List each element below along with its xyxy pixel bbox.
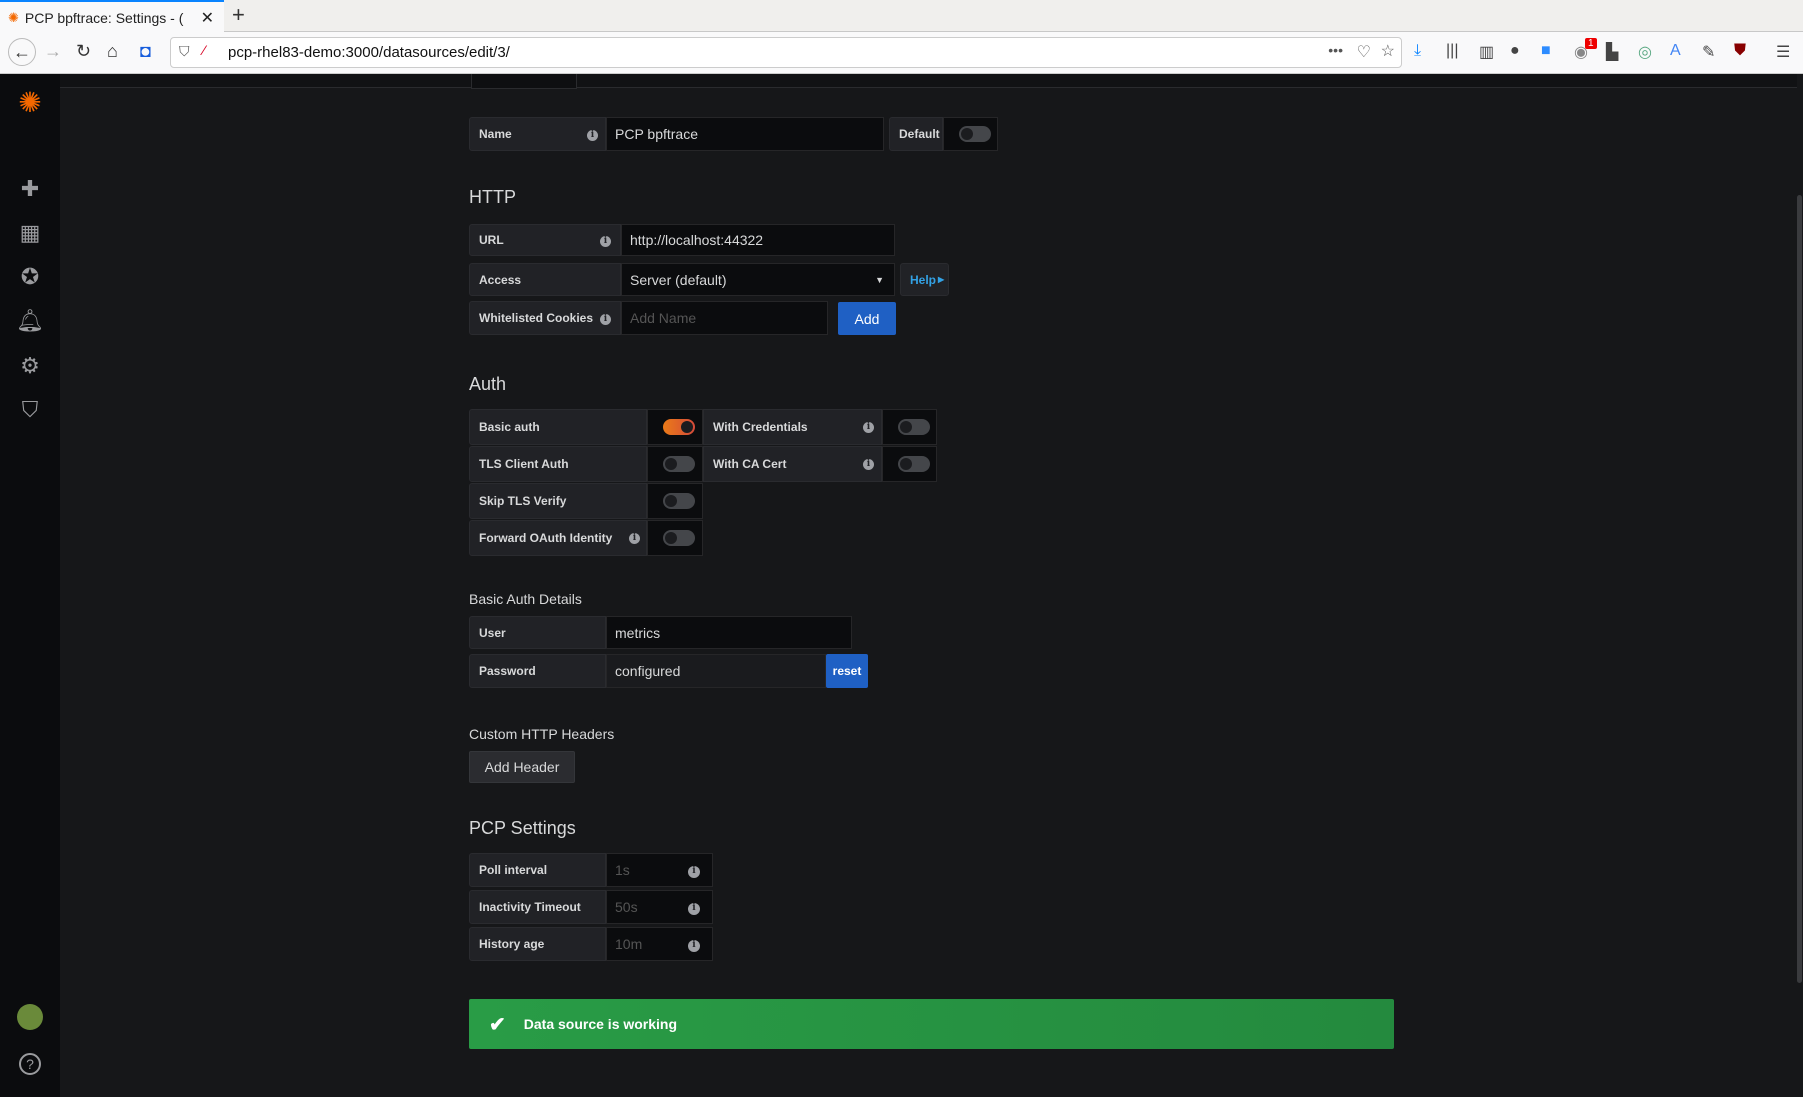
shield-icon[interactable]: ⛉ bbox=[179, 43, 190, 60]
browser-tab-bar: ✺ PCP bpftrace: Settings - ( ✕ + bbox=[0, 0, 1803, 32]
zoom-icon[interactable]: ■ bbox=[1541, 42, 1551, 60]
ublock-icon[interactable]: ⛊ bbox=[1734, 42, 1746, 60]
skip-tls-toggle[interactable] bbox=[647, 483, 703, 519]
main-content bbox=[60, 74, 1797, 1097]
basic-auth-label: Basic auth bbox=[469, 409, 647, 445]
avatar[interactable] bbox=[0, 1004, 60, 1036]
with-credentials-toggle[interactable] bbox=[882, 409, 937, 445]
pcp-settings-heading: PCP Settings bbox=[469, 818, 576, 839]
help-icon[interactable]: ? bbox=[0, 1049, 60, 1075]
add-header-button[interactable]: Add Header bbox=[469, 751, 575, 783]
account-icon[interactable]: ● bbox=[1510, 42, 1520, 60]
scrollbar[interactable] bbox=[1797, 195, 1802, 983]
password-input[interactable]: configured bbox=[606, 654, 826, 688]
forward-icon[interactable]: → bbox=[44, 41, 62, 62]
caret-down-icon: ▼ bbox=[875, 275, 884, 285]
reset-password-button[interactable]: reset bbox=[826, 654, 868, 688]
name-input[interactable]: PCP bpftrace bbox=[606, 117, 884, 151]
translate-icon[interactable]: A bbox=[1670, 42, 1681, 60]
custom-headers-heading: Custom HTTP Headers bbox=[469, 726, 614, 742]
menu-icon[interactable]: ☰ bbox=[1776, 42, 1790, 62]
info-icon[interactable]: i bbox=[863, 422, 874, 433]
help-button[interactable]: Help▶ bbox=[900, 263, 949, 296]
library-icon[interactable]: ||| bbox=[1446, 42, 1458, 60]
url-text[interactable]: pcp-rhel83-demo:3000/datasources/edit/3/ bbox=[228, 44, 510, 61]
more-icon[interactable]: ••• bbox=[1328, 42, 1343, 58]
dashboards-icon[interactable]: ▦ bbox=[0, 220, 60, 246]
home-icon[interactable]: ⌂ bbox=[107, 41, 118, 62]
download-icon[interactable]: ⤓ bbox=[1414, 42, 1421, 60]
forward-oauth-toggle[interactable] bbox=[647, 520, 703, 556]
status-message: Data source is working bbox=[524, 1016, 677, 1032]
inactivity-timeout-label: Inactivity Timeout bbox=[469, 890, 606, 924]
checkmark-icon: ✔ bbox=[489, 1012, 506, 1037]
user-label: User bbox=[469, 616, 606, 649]
alerting-bell-icon[interactable]: 🔔︎ bbox=[0, 308, 60, 334]
insecure-lock-icon[interactable]: ⁄ bbox=[203, 42, 205, 58]
forward-oauth-label: Forward OAuth Identity bbox=[469, 520, 647, 556]
grafana-favicon-icon: ✺ bbox=[8, 10, 19, 26]
browser-tab[interactable]: ✺ PCP bpftrace: Settings - ( ✕ bbox=[0, 0, 224, 33]
info-icon[interactable]: i bbox=[587, 130, 598, 141]
info-icon[interactable]: i bbox=[863, 459, 874, 470]
cookies-label: Whitelisted Cookies bbox=[469, 301, 621, 335]
notification-badge: 1 bbox=[1585, 38, 1597, 49]
sync-ext-icon[interactable]: ◎ bbox=[1638, 42, 1652, 62]
grafana-logo-icon[interactable]: ✺ bbox=[0, 86, 60, 119]
page-tabs-strip bbox=[60, 74, 1797, 88]
info-icon[interactable]: i bbox=[629, 533, 640, 544]
browser-toolbar: ← → ↻ ⌂ ◘ ⛉ ⁄ pcp-rhel83-demo:3000/datas… bbox=[0, 32, 1803, 74]
default-toggle[interactable] bbox=[943, 117, 998, 151]
configuration-gear-icon[interactable]: ⚙ bbox=[0, 353, 60, 379]
plus-icon[interactable]: ✚ bbox=[0, 176, 60, 202]
reload-icon[interactable]: ↻ bbox=[76, 41, 91, 62]
history-age-label: History age bbox=[469, 927, 606, 961]
default-label: Default bbox=[889, 117, 943, 151]
caret-right-icon: ▶ bbox=[938, 275, 944, 284]
sidebar: ✺ ✚ ▦ ✪ 🔔︎ ⚙ ⛉ ? bbox=[0, 74, 60, 1097]
bitwarden-icon[interactable]: ◘ bbox=[140, 41, 151, 62]
info-icon[interactable]: i bbox=[688, 903, 700, 915]
new-tab-button[interactable]: + bbox=[232, 2, 245, 28]
with-ca-cert-label: With CA Cert bbox=[703, 446, 882, 482]
url-label: URL bbox=[469, 224, 621, 256]
access-label: Access bbox=[469, 263, 621, 296]
name-label: Name bbox=[469, 117, 606, 151]
with-credentials-label: With Credentials bbox=[703, 409, 882, 445]
close-tab-icon[interactable]: ✕ bbox=[201, 8, 214, 28]
info-icon[interactable]: i bbox=[688, 866, 700, 878]
tab-title: PCP bpftrace: Settings - ( bbox=[25, 10, 183, 26]
server-admin-shield-icon[interactable]: ⛉ bbox=[0, 397, 60, 423]
tab-settings[interactable] bbox=[471, 74, 577, 89]
status-alert: ✔ Data source is working bbox=[469, 999, 1394, 1049]
pocket-icon[interactable]: ♡ bbox=[1357, 42, 1371, 62]
with-ca-cert-toggle[interactable] bbox=[882, 446, 937, 482]
cookies-input[interactable]: Add Name bbox=[621, 301, 828, 335]
info-icon[interactable]: i bbox=[600, 236, 611, 247]
info-icon[interactable]: i bbox=[600, 314, 611, 325]
auth-heading: Auth bbox=[469, 374, 506, 395]
basic-auth-details-heading: Basic Auth Details bbox=[469, 591, 582, 607]
tls-client-auth-label: TLS Client Auth bbox=[469, 446, 647, 482]
access-select[interactable]: Server (default)▼ bbox=[621, 263, 895, 296]
sidebar-icon[interactable]: ▥ bbox=[1479, 42, 1494, 62]
url-input[interactable]: http://localhost:44322 bbox=[621, 224, 895, 256]
poll-interval-label: Poll interval bbox=[469, 853, 606, 887]
user-input[interactable]: metrics bbox=[606, 616, 852, 649]
basic-auth-toggle[interactable] bbox=[647, 409, 703, 445]
bookmark-star-icon[interactable]: ☆ bbox=[1381, 41, 1395, 61]
info-icon[interactable]: i bbox=[688, 940, 700, 952]
bookmark-ext-icon[interactable]: ▙ bbox=[1606, 42, 1618, 62]
explore-compass-icon[interactable]: ✪ bbox=[0, 264, 60, 290]
password-label: Password bbox=[469, 654, 606, 688]
back-icon[interactable]: ← bbox=[8, 38, 36, 66]
tls-client-auth-toggle[interactable] bbox=[647, 446, 703, 482]
skip-tls-label: Skip TLS Verify bbox=[469, 483, 647, 519]
add-cookie-button[interactable]: Add bbox=[838, 302, 896, 335]
http-heading: HTTP bbox=[469, 187, 516, 208]
url-bar[interactable]: ⛉ ⁄ pcp-rhel83-demo:3000/datasources/edi… bbox=[170, 37, 1402, 68]
raccoon-ext-icon[interactable]: ✎ bbox=[1702, 42, 1715, 62]
